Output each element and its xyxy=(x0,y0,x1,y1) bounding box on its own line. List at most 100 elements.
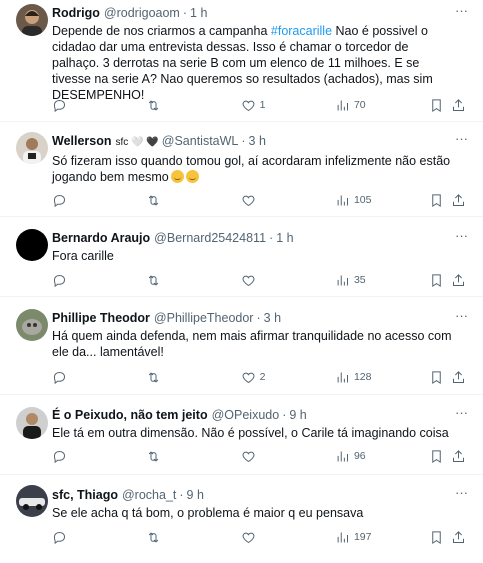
retweet-icon xyxy=(149,371,159,383)
bookmark-button[interactable] xyxy=(429,272,451,288)
bookmark-icon xyxy=(432,449,441,463)
display-name[interactable]: Bernardo Araujo xyxy=(52,230,150,246)
tweet-header: Bernardo Araujo @Bernard25424811 · 1 h xyxy=(52,230,453,246)
retweet-button[interactable] xyxy=(146,529,240,545)
like-icon xyxy=(242,275,255,286)
reply-button[interactable] xyxy=(52,529,146,545)
share-icon xyxy=(453,370,465,383)
more-icon[interactable]: ··· xyxy=(455,309,469,325)
more-icon[interactable]: ··· xyxy=(455,4,469,20)
user-handle[interactable]: @rocha_t xyxy=(122,487,176,503)
avatar[interactable] xyxy=(16,309,48,341)
views-icon xyxy=(337,372,348,382)
share-icon xyxy=(453,530,465,543)
display-name[interactable]: É o Peixudo, não tem jeito xyxy=(52,407,208,423)
tweet-phillipe[interactable]: Phillipe Theodor @PhillipeTheodor · 3 h … xyxy=(0,297,483,395)
retweet-button[interactable] xyxy=(146,448,240,464)
views-button[interactable]: 105 xyxy=(335,192,429,208)
views-count: 96 xyxy=(353,450,366,462)
retweet-button[interactable] xyxy=(146,272,240,288)
tweet-actions: 35 xyxy=(52,272,467,288)
timestamp[interactable]: 3 h xyxy=(264,310,281,326)
user-handle[interactable]: @Bernard25424811 xyxy=(154,230,266,246)
retweet-button[interactable] xyxy=(146,369,240,385)
bookmark-button[interactable] xyxy=(429,192,451,208)
reply-icon xyxy=(53,371,66,384)
share-button[interactable] xyxy=(451,369,467,385)
tweet-wellerson[interactable]: Wellerson sfc 🤍 🖤 @SantistaWL · 3 h Só f… xyxy=(0,122,483,217)
reply-button[interactable] xyxy=(52,448,146,464)
reply-feed: Rodrigo @rodrigoaom · 1 h Depende de nos… xyxy=(0,0,483,563)
like-button[interactable] xyxy=(241,272,335,288)
more-icon[interactable]: ··· xyxy=(455,229,469,245)
like-button[interactable] xyxy=(241,192,335,208)
timestamp[interactable]: 1 h xyxy=(276,230,293,246)
avatar[interactable] xyxy=(16,485,48,517)
share-button[interactable] xyxy=(451,529,467,545)
bookmark-icon xyxy=(432,98,441,112)
bookmark-icon xyxy=(432,193,441,207)
share-button[interactable] xyxy=(451,97,467,113)
display-name[interactable]: Rodrigo xyxy=(52,5,100,21)
share-button[interactable] xyxy=(451,272,467,288)
views-button[interactable]: 128 xyxy=(335,369,429,385)
reply-button[interactable] xyxy=(52,272,146,288)
reply-button[interactable] xyxy=(52,97,146,113)
bookmark-icon xyxy=(432,370,441,384)
reply-button[interactable] xyxy=(52,192,146,208)
timestamp[interactable]: 1 h xyxy=(190,5,207,21)
share-button[interactable] xyxy=(451,448,467,464)
views-button[interactable]: 70 xyxy=(335,97,429,113)
avatar[interactable] xyxy=(16,229,48,261)
tweet-peixudo[interactable]: É o Peixudo, não tem jeito @OPeixudo · 9… xyxy=(0,395,483,475)
share-button[interactable] xyxy=(451,192,467,208)
avatar[interactable] xyxy=(16,407,48,439)
hashtag-link[interactable]: #foracarille xyxy=(271,24,332,38)
share-icon xyxy=(453,98,465,111)
tweet-text-main: Só fizeram isso quando tomou gol, aí aco… xyxy=(52,154,451,184)
avatar[interactable] xyxy=(16,132,48,164)
retweet-icon xyxy=(149,194,159,206)
avatar[interactable] xyxy=(16,4,48,36)
like-button[interactable]: 2 xyxy=(241,369,335,385)
tweet-bernardo[interactable]: Bernardo Araujo @Bernard25424811 · 1 h F… xyxy=(0,217,483,297)
user-handle[interactable]: @SantistaWL xyxy=(162,133,239,149)
user-handle[interactable]: @rodrigoaom xyxy=(104,5,180,21)
display-name[interactable]: Wellerson xyxy=(52,133,112,149)
like-button[interactable]: 1 xyxy=(241,97,335,113)
display-name[interactable]: Phillipe Theodor xyxy=(52,310,150,326)
views-icon xyxy=(337,275,348,285)
more-icon[interactable]: ··· xyxy=(455,406,469,422)
bookmark-button[interactable] xyxy=(429,529,451,545)
views-icon xyxy=(337,532,348,542)
more-icon[interactable]: ··· xyxy=(455,132,469,148)
more-icon[interactable]: ··· xyxy=(455,486,469,502)
reply-icon xyxy=(53,274,66,287)
timestamp[interactable]: 9 h xyxy=(289,407,306,423)
timestamp[interactable]: 3 h xyxy=(249,133,266,149)
timestamp[interactable]: 9 h xyxy=(187,487,204,503)
retweet-button[interactable] xyxy=(146,192,240,208)
tweet-text: Se ele acha q tá bom, o problema é maior… xyxy=(52,506,364,520)
like-button[interactable] xyxy=(241,448,335,464)
views-button[interactable]: 197 xyxy=(335,529,429,545)
display-name[interactable]: sfc, Thiago xyxy=(52,487,118,503)
tweet-text: Fora carille xyxy=(52,249,114,263)
tweet-header: sfc, Thiago @rocha_t · 9 h xyxy=(52,487,453,503)
bookmark-button[interactable] xyxy=(429,369,451,385)
bookmark-icon xyxy=(432,530,441,544)
reply-icon xyxy=(53,194,66,207)
bookmark-button[interactable] xyxy=(429,97,451,113)
tweet-rodrigo[interactable]: Rodrigo @rodrigoaom · 1 h Depende de nos… xyxy=(0,0,483,122)
user-handle[interactable]: @OPeixudo xyxy=(212,407,280,423)
bookmark-button[interactable] xyxy=(429,448,451,464)
tweet-text-pre: Depende de nos criarmos a campanha xyxy=(52,24,271,38)
tweet-thiago[interactable]: sfc, Thiago @rocha_t · 9 h Se ele acha q… xyxy=(0,475,483,563)
user-handle[interactable]: @PhillipeTheodor xyxy=(154,310,254,326)
views-button[interactable]: 35 xyxy=(335,272,429,288)
retweet-button[interactable] xyxy=(146,97,240,113)
reply-button[interactable] xyxy=(52,369,146,385)
views-count: 197 xyxy=(353,531,372,543)
like-button[interactable] xyxy=(241,529,335,545)
views-button[interactable]: 96 xyxy=(335,448,429,464)
